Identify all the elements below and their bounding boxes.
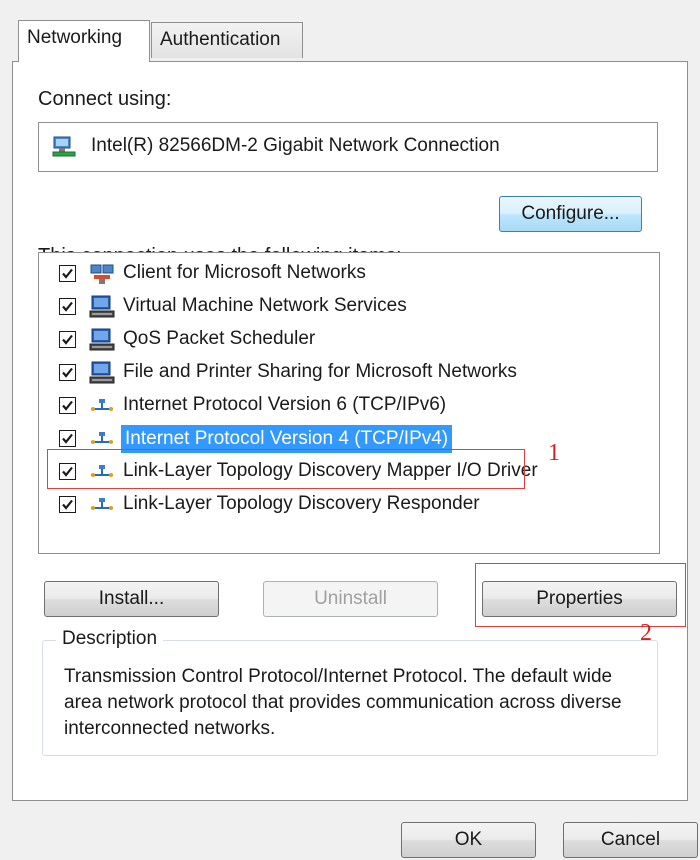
items-list[interactable]: Client for Microsoft Networks Virtual Mac… [38,252,660,554]
tab-authentication[interactable]: Authentication [151,22,303,58]
protocol-icon [89,460,115,484]
list-item-label: Link-Layer Topology Discovery Responder [123,493,480,514]
protocol-icon [89,427,115,451]
item-checkbox[interactable] [59,298,76,315]
adapter-field: Intel(R) 82566DM-2 Gigabit Network Conne… [38,122,658,172]
list-item-label: File and Printer Sharing for Microsoft N… [123,361,517,382]
install-button[interactable]: Install... [44,581,219,617]
item-checkbox[interactable] [59,496,76,513]
protocol-icon [89,493,115,517]
computer-service-icon [89,295,115,319]
list-item-label: Link-Layer Topology Discovery Mapper I/O… [123,460,538,481]
item-checkbox[interactable] [59,430,76,447]
adapter-name: Intel(R) 82566DM-2 Gigabit Network Conne… [91,135,500,156]
list-item[interactable]: Virtual Machine Network Services [39,291,639,323]
computer-service-icon [89,361,115,385]
configure-button[interactable]: Configure... [499,196,642,232]
list-item-label: Client for Microsoft Networks [123,262,366,283]
item-checkbox[interactable] [59,331,76,348]
item-checkbox[interactable] [59,364,76,381]
properties-button[interactable]: Properties [482,581,677,617]
network-adapter-icon [51,135,77,165]
list-item[interactable]: Internet Protocol Version 4 (TCP/IPv4) [39,423,639,455]
uninstall-button[interactable]: Uninstall [263,581,438,617]
list-item-label: QoS Packet Scheduler [123,328,316,349]
list-item-label: Internet Protocol Version 4 (TCP/IPv4) [121,425,453,453]
list-item[interactable]: Link-Layer Topology Discovery Mapper I/O… [39,456,639,488]
ok-button[interactable]: OK [401,822,536,858]
item-checkbox[interactable] [59,463,76,480]
list-item-label: Virtual Machine Network Services [123,295,407,316]
network-client-icon [89,262,115,286]
list-item[interactable]: Client for Microsoft Networks [39,258,639,290]
tab-networking-label: Networking [27,27,123,48]
item-checkbox[interactable] [59,397,76,414]
item-checkbox[interactable] [59,265,76,282]
list-item[interactable]: File and Printer Sharing for Microsoft N… [39,357,639,389]
tab-networking[interactable]: Networking [18,20,150,62]
protocol-icon [89,394,115,418]
connect-using-label: Connect using: [38,88,172,110]
list-item[interactable]: Internet Protocol Version 6 (TCP/IPv6) [39,390,639,422]
list-item[interactable]: QoS Packet Scheduler [39,324,639,356]
list-item[interactable]: Link-Layer Topology Discovery Responder [39,489,639,521]
list-item-label: Internet Protocol Version 6 (TCP/IPv6) [123,394,447,415]
tab-authentication-label: Authentication [160,29,281,50]
cancel-button[interactable]: Cancel [563,822,698,858]
computer-service-icon [89,328,115,352]
